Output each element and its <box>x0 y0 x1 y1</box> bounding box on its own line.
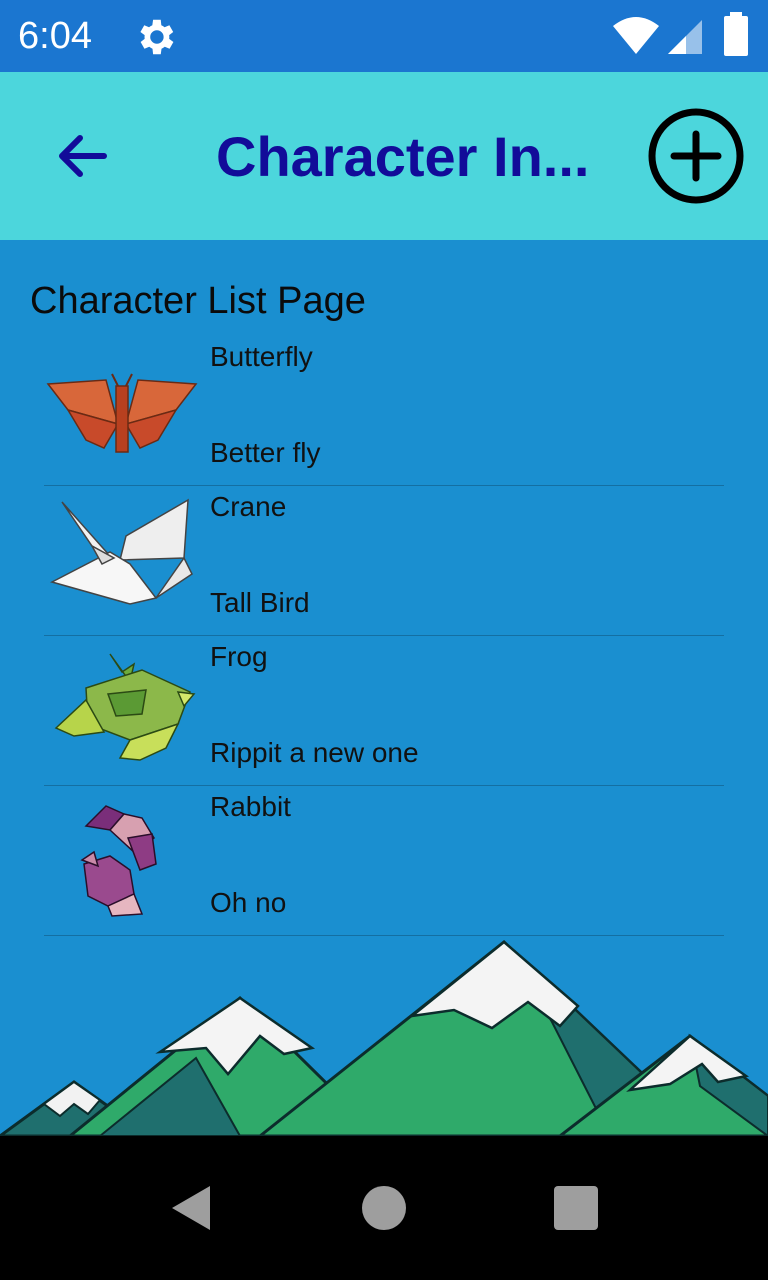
back-triangle-icon[interactable] <box>166 1182 218 1234</box>
character-list-page: Character List Page Butterfly Better fly <box>0 240 768 1136</box>
crane-image <box>49 498 193 605</box>
character-name: Butterfly <box>210 341 313 372</box>
rabbit-image <box>80 805 157 917</box>
character-description: Rippit a new one <box>210 737 419 768</box>
page-title: Character In... <box>216 125 590 188</box>
character-name: Rabbit <box>210 791 291 822</box>
character-name: Crane <box>210 491 287 522</box>
list-item[interactable]: Frog Rippit a new one <box>44 636 724 786</box>
butterfly-image <box>46 373 198 453</box>
list-item[interactable]: Rabbit Oh no <box>44 786 724 936</box>
add-circle-icon[interactable] <box>646 106 746 206</box>
battery-icon <box>724 12 748 56</box>
mountains-illustration <box>0 940 768 1136</box>
status-bar: 6:04 <box>0 0 768 72</box>
frog-image <box>54 653 196 761</box>
character-list: Butterfly Better fly Crane Tall Bird Fro… <box>44 336 724 936</box>
arrow-left-icon[interactable] <box>50 124 114 188</box>
character-description: Oh no <box>210 887 287 918</box>
wifi-icon <box>613 17 659 54</box>
page-heading: Character List Page <box>30 280 366 322</box>
character-name: Frog <box>210 641 268 672</box>
gear-icon <box>140 19 174 55</box>
character-description: Better fly <box>210 437 321 468</box>
list-item[interactable]: Butterfly Better fly <box>44 336 724 486</box>
recents-square-icon[interactable] <box>550 1182 602 1234</box>
list-item[interactable]: Crane Tall Bird <box>44 486 724 636</box>
home-circle-icon[interactable] <box>358 1182 410 1234</box>
character-description: Tall Bird <box>210 587 310 618</box>
status-time: 6:04 <box>18 15 92 57</box>
system-nav-bar <box>0 1136 768 1280</box>
signal-icon <box>668 20 702 54</box>
app-bar: Character In... <box>0 72 768 240</box>
